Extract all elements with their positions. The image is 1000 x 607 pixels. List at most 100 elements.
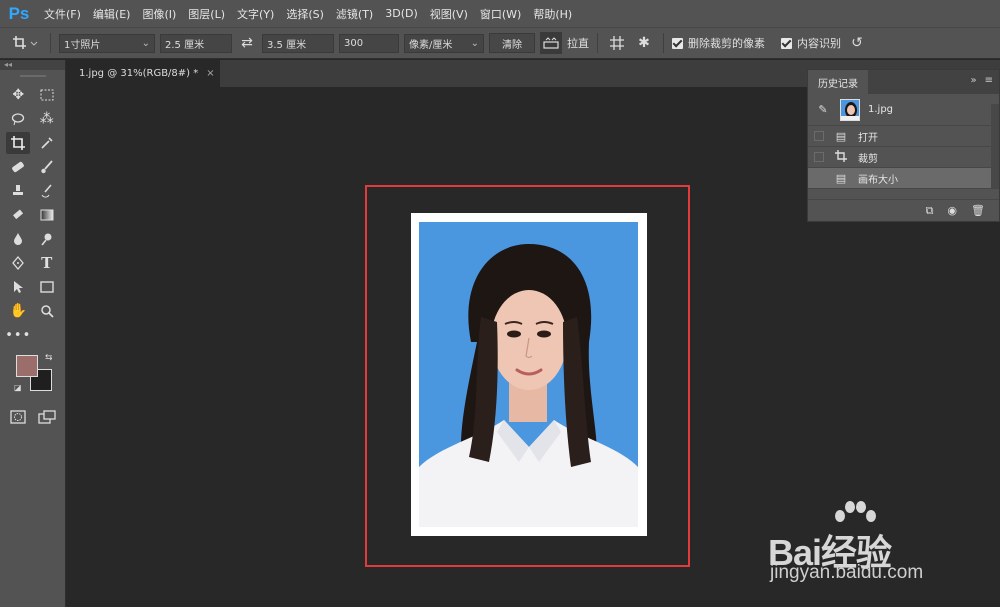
swap-dimensions-icon[interactable]: ⇄ [237, 35, 257, 51]
panel-menu-icon[interactable]: ≡ [985, 75, 993, 86]
snapshot-label: 1.jpg [868, 104, 894, 115]
trash-icon[interactable]: 🗑 [971, 204, 985, 217]
foreground-color-swatch[interactable] [16, 355, 38, 377]
menu-file[interactable]: 文件(F) [38, 6, 87, 22]
clear-button[interactable]: 清除 [489, 33, 535, 53]
marquee-tool-icon[interactable] [35, 84, 59, 106]
history-step-label: 画布大小 [858, 174, 898, 186]
history-step-label: 打开 [858, 132, 878, 144]
menu-filter[interactable]: 滤镜(T) [330, 6, 379, 22]
close-tab-icon[interactable]: × [206, 68, 214, 79]
history-brush-checkbox[interactable] [814, 152, 824, 162]
empty-slot [35, 324, 59, 346]
eyedropper-tool-icon[interactable] [35, 132, 59, 154]
menu-type[interactable]: 文字(Y) [231, 6, 280, 22]
history-step-label: 裁剪 [858, 153, 878, 165]
menu-help[interactable]: 帮助(H) [527, 6, 578, 22]
menu-edit[interactable]: 编辑(E) [87, 6, 137, 22]
document-icon: ▤ [835, 129, 847, 143]
separator [50, 33, 51, 53]
document-icon: ▤ [835, 171, 847, 185]
clone-stamp-icon[interactable] [6, 180, 30, 202]
rectangle-tool-icon[interactable] [35, 276, 59, 298]
content-aware-label: 内容识别 [797, 37, 841, 50]
photo-canvas[interactable] [411, 213, 647, 536]
straighten-icon[interactable] [540, 32, 562, 54]
history-brush-source-icon[interactable]: ✎ [814, 103, 832, 116]
collapse-arrows-icon[interactable]: ◂◂ [0, 60, 65, 70]
watermark-url: jingyan.baidu.com [770, 562, 924, 583]
crop-icon [832, 149, 850, 165]
quick-select-tool-icon[interactable]: ⁂ [35, 108, 59, 130]
history-panel: 历史记录 » ≡ ✎ 1.jpg ▤ 打开 裁剪 ▤ 画布大小 ⧉ ◉ 🗑 [807, 69, 1000, 222]
snapshot-thumbnail [840, 98, 860, 121]
history-snapshot[interactable]: ✎ 1.jpg [808, 94, 999, 126]
history-brush-checkbox[interactable] [814, 131, 824, 141]
pen-tool-icon[interactable] [6, 252, 30, 274]
history-step[interactable]: 裁剪 [808, 147, 999, 168]
quick-mask-icon[interactable] [6, 406, 30, 428]
resolution-unit-select[interactable]: 像素/厘米 [404, 33, 484, 53]
swap-colors-icon[interactable]: ⇆ [45, 353, 53, 363]
hand-tool-icon[interactable]: ✋ [6, 300, 30, 322]
history-footer: ⧉ ◉ 🗑 [808, 199, 999, 221]
content-aware-checkbox[interactable] [781, 37, 792, 49]
brush-tool-icon[interactable] [35, 156, 59, 178]
more-tools-icon[interactable]: ••• [5, 324, 30, 346]
move-tool-icon[interactable]: ✥ [6, 84, 30, 106]
photoshop-logo: Ps [8, 3, 30, 23]
menu-layer[interactable]: 图层(L) [182, 6, 231, 22]
delete-cropped-label: 删除裁剪的像素 [688, 37, 765, 50]
history-step-current[interactable]: ▤ 画布大小 [808, 168, 999, 189]
baidu-watermark: Bai经验 jingyan.baidu.com [768, 500, 988, 590]
lasso-tool-icon[interactable] [6, 108, 30, 130]
history-step[interactable]: ▤ 打开 [808, 126, 999, 147]
menu-image[interactable]: 图像(I) [136, 6, 182, 22]
eraser-tool-icon[interactable] [6, 204, 30, 226]
document-tab[interactable]: 1.jpg @ 31%(RGB/8#) * × [67, 60, 220, 87]
dodge-tool-icon[interactable] [35, 228, 59, 250]
resolution-unit-value: 像素/厘米 [409, 39, 453, 51]
resolution-input[interactable]: 300 [339, 33, 399, 53]
path-selection-icon[interactable] [6, 276, 30, 298]
menu-view[interactable]: 视图(V) [424, 6, 474, 22]
delete-cropped-checkbox[interactable] [672, 37, 683, 49]
history-panel-header: 历史记录 » ≡ [808, 70, 999, 94]
zoom-tool-icon[interactable] [35, 300, 59, 322]
reset-icon[interactable]: ↺ [846, 35, 868, 51]
separator [663, 33, 664, 53]
menu-window[interactable]: 窗口(W) [474, 6, 527, 22]
overlay-grid-icon[interactable] [606, 35, 628, 51]
history-brush-icon[interactable] [35, 180, 59, 202]
default-colors-icon[interactable]: ◪ [14, 383, 22, 392]
color-swatches: ⇆ ◪ [0, 353, 65, 401]
screen-mode-icon[interactable] [35, 406, 59, 428]
document-tab-title: 1.jpg @ 31%(RGB/8#) * [79, 68, 199, 79]
type-tool-icon[interactable]: T [35, 252, 59, 274]
menu-3d[interactable]: 3D(D) [379, 7, 424, 20]
crop-preset-value: 1寸照片 [64, 39, 101, 51]
menu-bar: Ps 文件(F) 编辑(E) 图像(I) 图层(L) 文字(Y) 选择(S) 滤… [0, 0, 1000, 27]
width-input[interactable]: 2.5 厘米 [160, 33, 232, 53]
separator [597, 33, 598, 53]
history-brush-checkbox[interactable] [814, 173, 824, 183]
tools-panel: ◂◂ ✥ ⁂ T ✋ ••• ⇆ ◪ [0, 60, 66, 607]
crop-preset-select[interactable]: 1寸照片 [59, 33, 155, 53]
photoshop-window: Ps 文件(F) 编辑(E) 图像(I) 图层(L) 文字(Y) 选择(S) 滤… [0, 0, 1000, 607]
straighten-label[interactable]: 拉直 [567, 35, 589, 51]
new-document-from-state-icon[interactable]: ⧉ [926, 204, 934, 218]
history-scrollbar[interactable] [991, 104, 999, 188]
height-input[interactable]: 3.5 厘米 [262, 33, 334, 53]
history-tab[interactable]: 历史记录 [808, 70, 868, 94]
camera-snapshot-icon[interactable]: ◉ [947, 204, 957, 217]
panel-grip[interactable] [19, 75, 46, 77]
menu-select[interactable]: 选择(S) [280, 6, 330, 22]
crop-tool-icon[interactable] [6, 132, 31, 154]
collapse-panel-icon[interactable]: » [970, 75, 976, 86]
gradient-tool-icon[interactable] [35, 204, 59, 226]
id-photo-image [419, 222, 638, 527]
settings-gear-icon[interactable]: ✱ [633, 35, 655, 51]
crop-tool-preset-icon[interactable] [8, 35, 42, 51]
healing-brush-icon[interactable] [6, 156, 30, 178]
blur-tool-icon[interactable] [6, 228, 30, 250]
